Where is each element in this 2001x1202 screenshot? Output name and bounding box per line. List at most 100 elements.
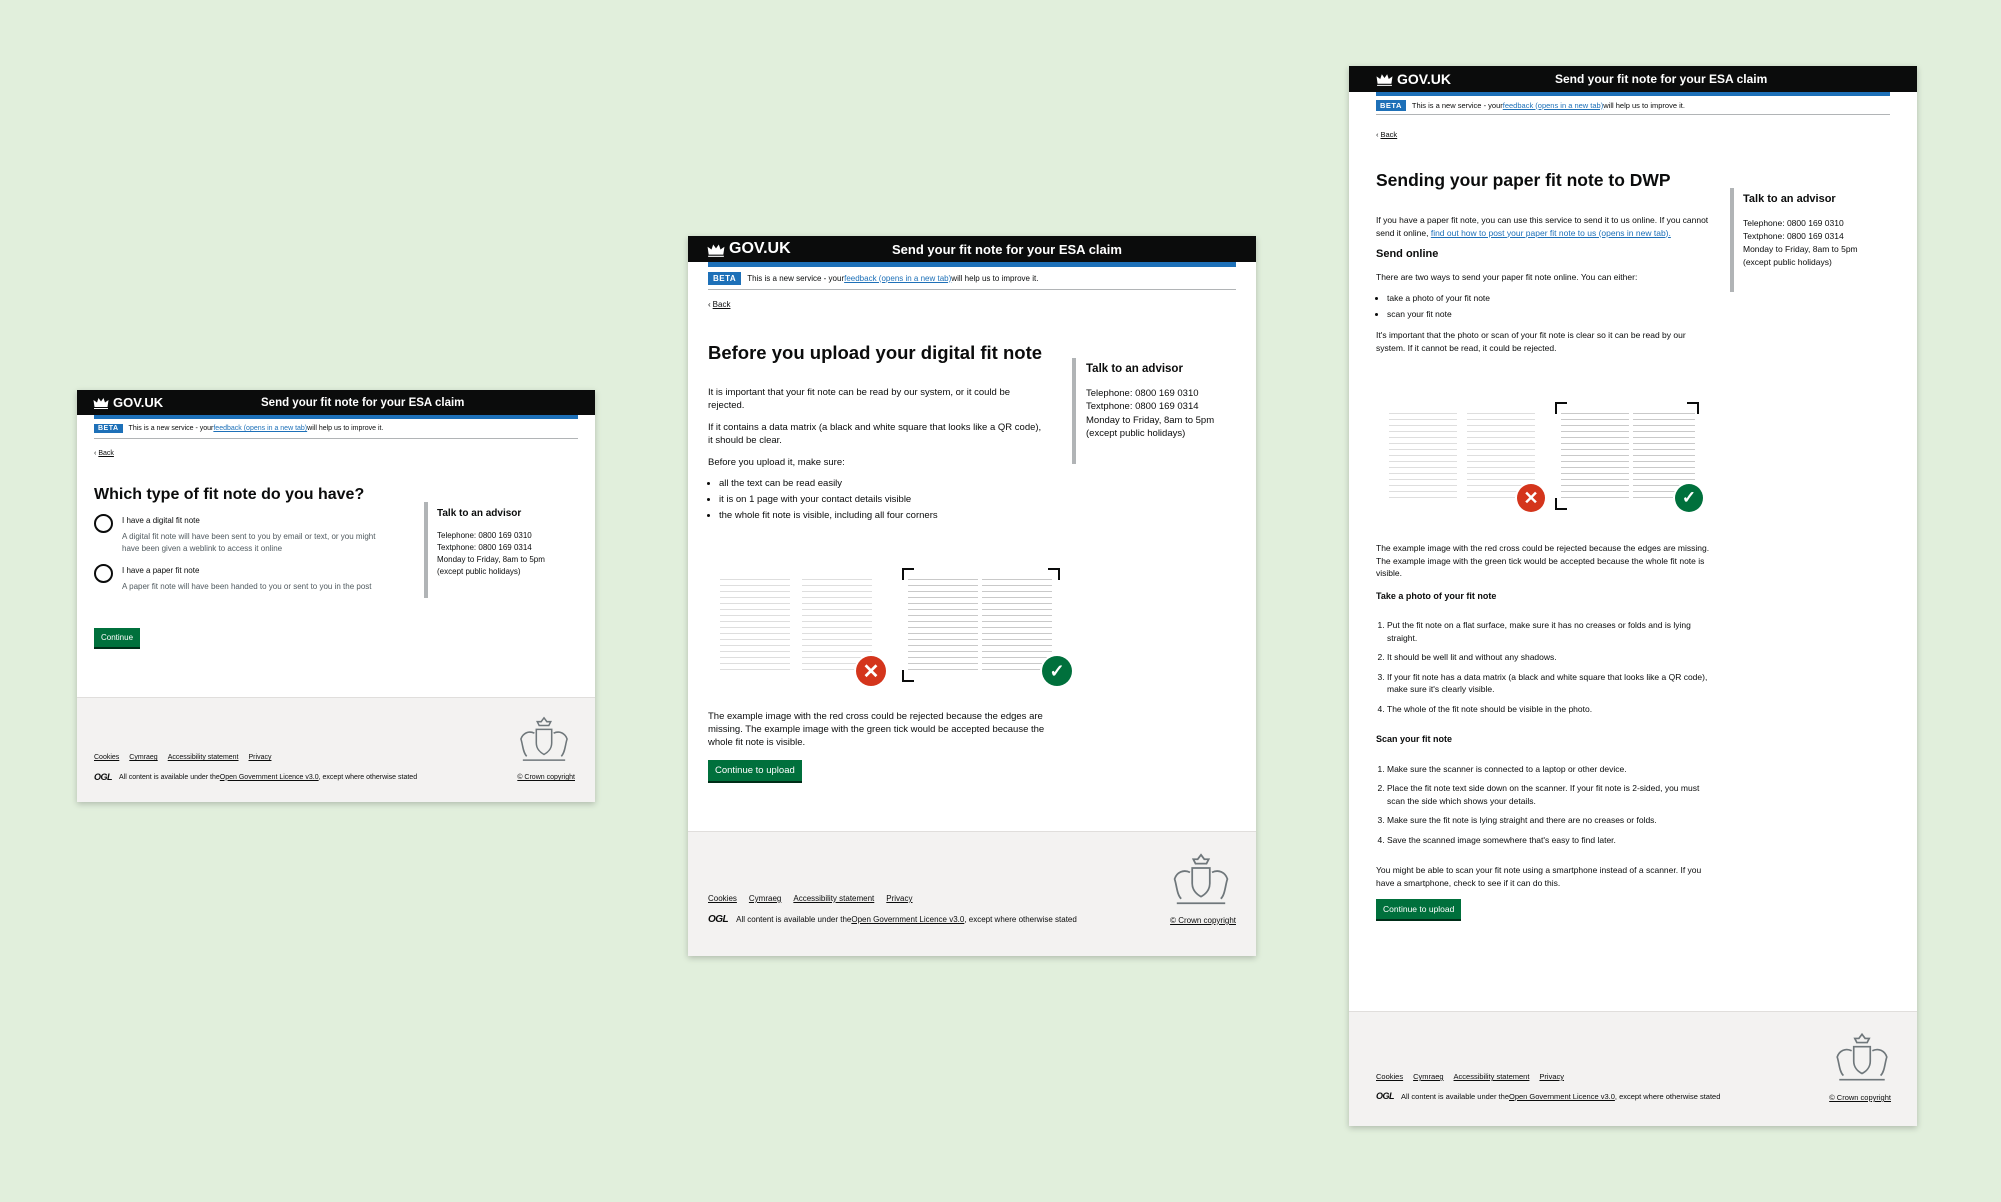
radio-button-paper[interactable]	[94, 564, 113, 583]
radio-button-digital[interactable]	[94, 514, 113, 533]
crown-icon	[93, 398, 109, 409]
continue-to-upload-button[interactable]: Continue to upload	[1376, 899, 1462, 919]
licence-after: , except where otherwise stated	[318, 773, 418, 781]
crown-copyright-link[interactable]: © Crown copyright	[1170, 916, 1236, 925]
footer-link-privacy[interactable]: Privacy	[249, 754, 272, 761]
accepted-example-image-page2	[982, 574, 1052, 674]
list-item: all the text can be read easily	[719, 477, 1048, 490]
frame-corner	[1555, 402, 1567, 414]
tick-icon: ✓	[1042, 656, 1072, 686]
list-item: Make sure the scanner is connected to a …	[1387, 763, 1716, 776]
list-item: If your fit note has a data matrix (a bl…	[1387, 671, 1716, 696]
footer-link-cymraeg[interactable]: Cymraeg	[129, 754, 157, 761]
crown-copyright-link[interactable]: © Crown copyright	[1829, 1093, 1891, 1102]
beta-tag: BETA	[1376, 99, 1406, 111]
post-fit-note-link[interactable]: find out how to post your paper fit note…	[1431, 228, 1671, 238]
service-name[interactable]: Send your fit note for your ESA claim	[261, 397, 464, 409]
govuk-logo[interactable]: GOV.UK	[1376, 71, 1451, 87]
radio-hint-paper: A paper fit note will have been handed t…	[122, 582, 372, 591]
footer-link-accessibility[interactable]: Accessibility statement	[168, 754, 239, 761]
licence-link[interactable]: Open Government Licence v3.0	[851, 915, 964, 924]
frame-corner	[902, 670, 914, 682]
ogl-logo-icon: OGL	[708, 914, 729, 925]
list-item: The whole of the fit note should be visi…	[1387, 703, 1716, 716]
radio-label-paper[interactable]: I have a paper fit note	[122, 566, 372, 575]
footer-link-accessibility[interactable]: Accessibility statement	[793, 894, 874, 903]
para-data-matrix: If it contains a data matrix (a black an…	[708, 422, 1042, 446]
feedback-link[interactable]: feedback (opens in a new tab)	[1503, 101, 1603, 110]
brand-text: GOV.UK	[113, 395, 164, 410]
advisor-hours-note: (except public holidays)	[437, 567, 521, 576]
example-images: ✕ ✓	[1389, 402, 1703, 512]
radio-paper[interactable]: I have a paper fit note A paper fit note…	[94, 564, 394, 593]
feedback-link[interactable]: feedback (opens in a new tab)	[213, 425, 307, 432]
cross-icon: ✕	[856, 656, 886, 686]
back-link[interactable]: Back	[1376, 130, 1398, 139]
page-title: Before you upload your digital fit note	[708, 342, 1043, 363]
screen-digital-upload: GOV.UK Send your fit note for your ESA c…	[688, 236, 1256, 956]
advisor-hours: Monday to Friday, 8am to 5pm	[437, 555, 545, 564]
licence-before: All content is available under the	[1401, 1091, 1509, 1101]
footer-link-cookies[interactable]: Cookies	[708, 894, 737, 903]
radio-group: I have a digital fit note A digital fit …	[94, 514, 394, 593]
list-item: scan your fit note	[1387, 308, 1716, 321]
footer-link-cymraeg[interactable]: Cymraeg	[749, 894, 781, 903]
two-ways-paragraph: There are two ways to send your paper fi…	[1376, 271, 1638, 282]
royal-coat-of-arms-icon	[1836, 1032, 1888, 1081]
footer: Cookies Cymraeg Accessibility statement …	[77, 697, 595, 802]
radio-digital[interactable]: I have a digital fit note A digital fit …	[94, 514, 394, 555]
beta-text-before: This is a new service - your	[747, 273, 845, 283]
footer-link-privacy[interactable]: Privacy	[886, 894, 912, 903]
service-name[interactable]: Send your fit note for your ESA claim	[1555, 72, 1767, 86]
continue-to-upload-button[interactable]: Continue to upload	[708, 760, 802, 781]
back-link[interactable]: Back	[708, 300, 731, 309]
advisor-telephone: Telephone: 0800 169 0310	[437, 531, 532, 540]
advisor-textphone: Textphone: 0800 169 0314	[1086, 401, 1199, 412]
footer-link-cookies[interactable]: Cookies	[94, 754, 119, 761]
accepted-example-image	[1561, 408, 1629, 500]
advisor-panel: Talk to an advisor Telephone: 0800 169 0…	[1072, 358, 1246, 464]
radio-label-digital[interactable]: I have a digital fit note	[122, 516, 394, 525]
scan-steps: Make sure the scanner is connected to a …	[1376, 763, 1716, 847]
footer-link-privacy[interactable]: Privacy	[1539, 1072, 1564, 1081]
list-item: it is on 1 page with your contact detail…	[719, 493, 1048, 506]
checklist: all the text can be read easily it is on…	[708, 477, 1048, 522]
header: GOV.UK Send your fit note for your ESA c…	[688, 236, 1256, 262]
advisor-hours: Monday to Friday, 8am to 5pm	[1086, 414, 1215, 426]
screen-fit-note-type: GOV.UK Send your fit note for your ESA c…	[77, 390, 595, 802]
advisor-hours-note: (except public holidays)	[1086, 428, 1186, 439]
feedback-link[interactable]: feedback (opens in a new tab)	[844, 274, 951, 283]
advisor-title: Talk to an advisor	[437, 508, 522, 519]
phase-banner: BETA This is a new service - your feedba…	[1376, 96, 1890, 115]
licence-before: All content is available under the	[736, 915, 852, 924]
send-online-heading: Send online	[1376, 248, 1439, 260]
brand-text: GOV.UK	[729, 240, 791, 257]
crown-copyright-link[interactable]: © Crown copyright	[517, 774, 575, 781]
govuk-logo[interactable]: GOV.UK	[93, 395, 163, 410]
intro-content: If you have a paper fit note, you can us…	[1376, 214, 1716, 354]
scan-heading: Scan your fit note	[1376, 734, 1453, 744]
frame-corner	[902, 568, 914, 580]
intro-paragraph: If you have a paper fit note, you can us…	[1376, 214, 1716, 239]
govuk-logo[interactable]: GOV.UK	[707, 240, 791, 258]
service-name[interactable]: Send your fit note for your ESA claim	[892, 242, 1122, 257]
footer-links: Cookies Cymraeg Accessibility statement …	[94, 754, 271, 761]
beta-text-before: This is a new service - your	[128, 425, 214, 432]
back-link[interactable]: Back	[94, 450, 114, 457]
footer-link-cymraeg[interactable]: Cymraeg	[1413, 1072, 1443, 1081]
footer-link-cookies[interactable]: Cookies	[1376, 1072, 1403, 1081]
licence-link[interactable]: Open Government Licence v3.0	[220, 774, 319, 781]
crown-icon	[1376, 74, 1393, 86]
page-title: Which type of fit note do you have?	[94, 486, 365, 503]
tick-icon: ✓	[1675, 484, 1703, 512]
footer-link-accessibility[interactable]: Accessibility statement	[1454, 1072, 1530, 1081]
advisor-hours: Monday to Friday, 8am to 5pm	[1743, 244, 1858, 254]
rejected-example-image	[720, 574, 790, 674]
royal-coat-of-arms-icon	[1173, 853, 1229, 905]
advisor-title: Talk to an advisor	[1086, 363, 1183, 375]
footer-links: Cookies Cymraeg Accessibility statement …	[1376, 1072, 1564, 1081]
licence-before: All content is available under the	[119, 773, 220, 781]
crown-icon	[707, 243, 725, 257]
licence-link[interactable]: Open Government Licence v3.0	[1509, 1092, 1615, 1101]
continue-button[interactable]: Continue	[94, 628, 141, 647]
